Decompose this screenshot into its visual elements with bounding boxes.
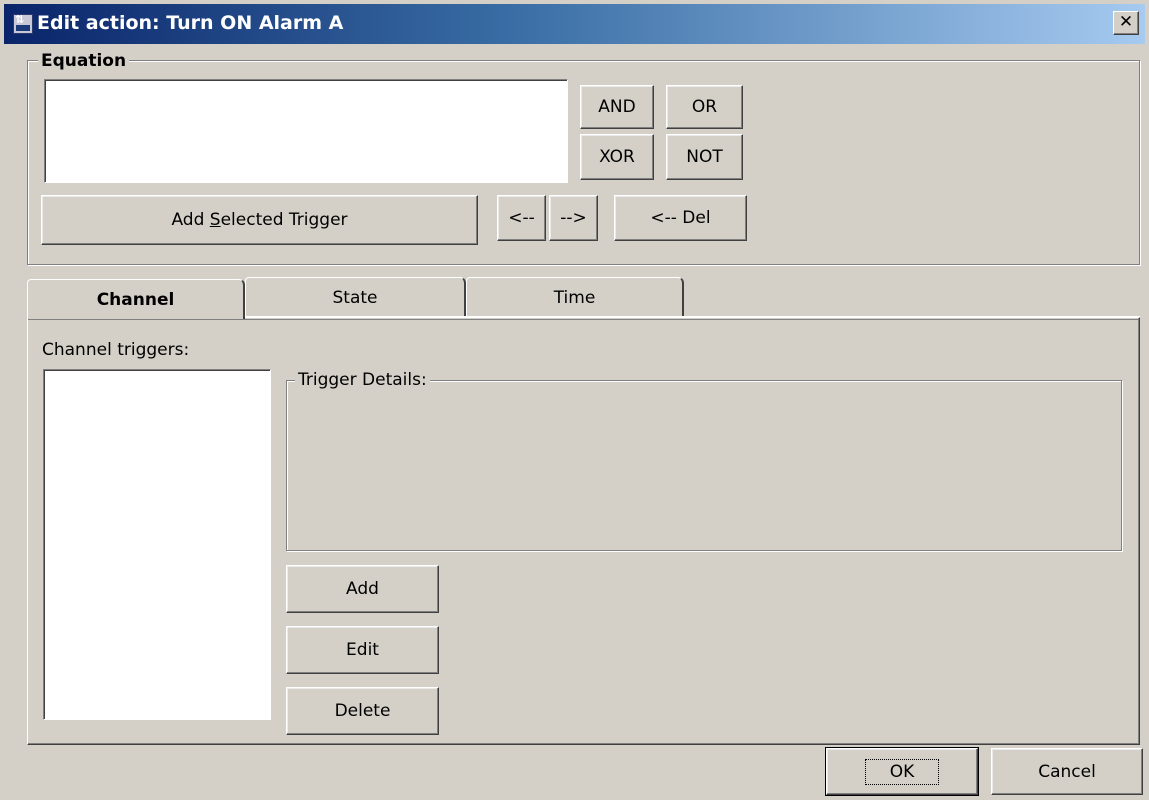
add-selected-trigger-label: Add Selected Trigger bbox=[171, 210, 348, 230]
tab-time[interactable]: Time bbox=[466, 277, 684, 317]
move-right-button[interactable]: --> bbox=[549, 195, 598, 241]
title-bar[interactable]: ⇅ Edit action: Turn ON Alarm A ✕ bbox=[4, 4, 1145, 44]
ok-button[interactable]: OK bbox=[825, 747, 979, 796]
and-button[interactable]: AND bbox=[580, 85, 654, 129]
delete-trigger-button[interactable]: Delete bbox=[286, 687, 439, 735]
move-left-button[interactable]: <-- bbox=[497, 195, 546, 241]
tab-state[interactable]: State bbox=[245, 277, 466, 317]
or-button[interactable]: OR bbox=[666, 85, 743, 129]
edit-action-dialog: ⇅ Edit action: Turn ON Alarm A ✕ Equatio… bbox=[0, 0, 1149, 800]
not-button[interactable]: NOT bbox=[666, 134, 743, 180]
close-button[interactable]: ✕ bbox=[1113, 11, 1139, 35]
trigger-details-group bbox=[286, 380, 1122, 551]
channel-tab-panel: Channel triggers: Trigger Details: Add E… bbox=[27, 317, 1140, 745]
delete-left-button[interactable]: <-- Del bbox=[614, 195, 747, 241]
close-icon: ✕ bbox=[1118, 12, 1134, 32]
edit-trigger-button[interactable]: Edit bbox=[286, 626, 439, 674]
window-title: Edit action: Turn ON Alarm A bbox=[37, 12, 344, 34]
add-trigger-button[interactable]: Add bbox=[286, 565, 439, 613]
channel-triggers-list[interactable] bbox=[43, 369, 271, 720]
cancel-button[interactable]: Cancel bbox=[991, 748, 1143, 795]
trigger-details-legend: Trigger Details: bbox=[295, 370, 430, 390]
tab-channel[interactable]: Channel bbox=[27, 279, 245, 319]
add-selected-trigger-button[interactable]: Add Selected Trigger bbox=[41, 195, 478, 245]
equation-field[interactable] bbox=[44, 79, 568, 183]
equation-legend: Equation bbox=[38, 51, 130, 71]
app-icon: ⇅ bbox=[13, 14, 33, 34]
xor-button[interactable]: XOR bbox=[580, 134, 654, 180]
channel-triggers-label: Channel triggers: bbox=[42, 340, 190, 360]
